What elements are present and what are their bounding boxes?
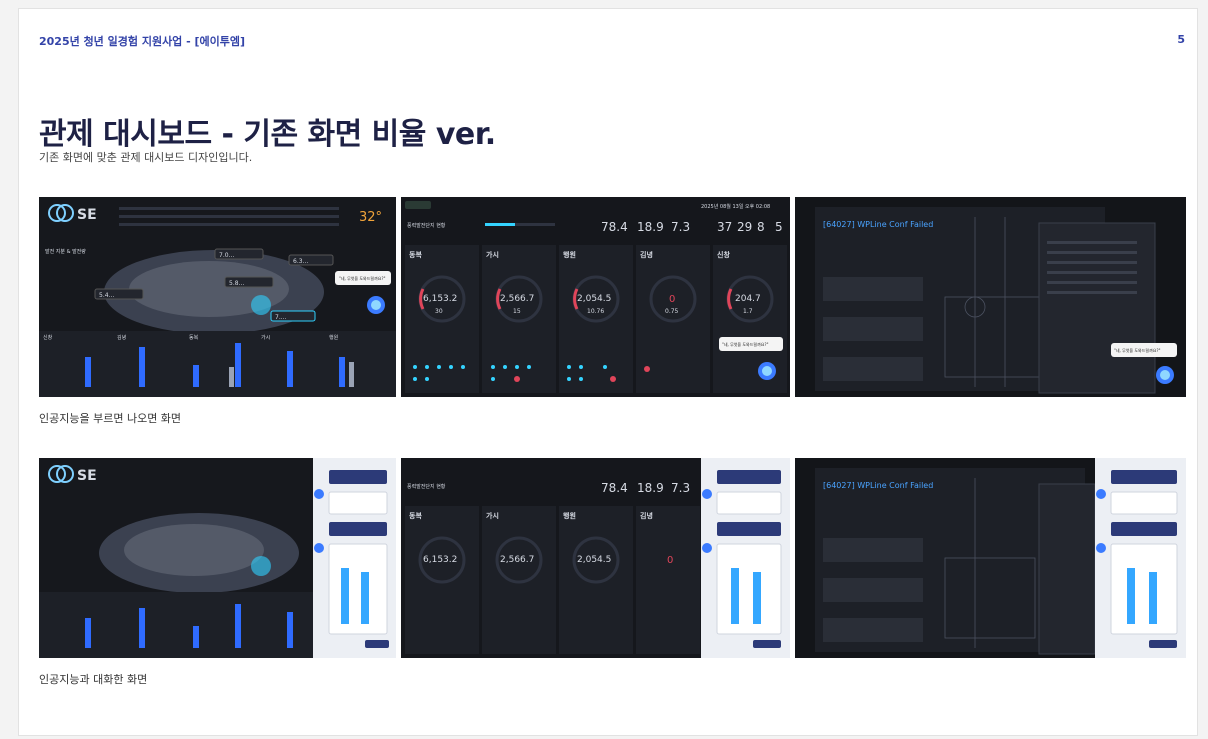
svg-text:2,566.7: 2,566.7 — [500, 555, 534, 565]
svg-text:1.7: 1.7 — [743, 308, 753, 315]
alert-title: [64027] WPLine Conf Failed — [823, 220, 933, 229]
svg-text:2,566.7: 2,566.7 — [500, 294, 534, 304]
status-title: 풍력발전단지 현황 — [407, 222, 446, 229]
caption-ai-conversation: 인공지능과 대화한 화면 — [39, 673, 148, 686]
svg-text:동복: 동복 — [189, 335, 199, 341]
svg-text:김녕: 김녕 — [640, 511, 653, 520]
svg-text:7....: 7.... — [275, 314, 287, 321]
screenshot-row-ai-called: SE 32° 발전 지분 & 발전량 7.0... 6.3... 5.4... … — [39, 197, 1186, 397]
svg-text:0: 0 — [669, 294, 675, 305]
program-label: 2025년 청년 일경험 지원사업 - [에이투엠] — [39, 35, 246, 48]
svg-text:0: 0 — [667, 555, 673, 566]
page-title: 관제 대시보드 - 기존 화면 비율 ver. — [39, 117, 496, 152]
svg-text:"네, 무엇을 도와드릴까요?": "네, 무엇을 도와드릴까요?" — [722, 341, 769, 347]
svg-text:행원: 행원 — [563, 511, 576, 520]
svg-text:행원: 행원 — [329, 334, 339, 341]
svg-text:6,153.2: 6,153.2 — [423, 294, 457, 304]
svg-text:가시: 가시 — [261, 334, 270, 341]
svg-text:18.9: 18.9 — [637, 481, 664, 495]
svg-text:동복: 동복 — [409, 511, 422, 520]
panel-title: 발전 지분 & 발전량 — [45, 248, 86, 255]
svg-text:신창: 신창 — [43, 334, 53, 341]
svg-text:풍력발전단지 현황: 풍력발전단지 현황 — [407, 483, 446, 490]
page-number: 5 — [1177, 33, 1185, 46]
svg-text:가시: 가시 — [486, 250, 499, 259]
svg-text:2,054.5: 2,054.5 — [577, 555, 611, 565]
alert-detail-screenshot[interactable]: [64027] WPLine Conf Failed "네, 무엇을 도와드릴까… — [795, 197, 1186, 397]
svg-text:6.3...: 6.3... — [293, 258, 308, 265]
svg-text:204.7: 204.7 — [735, 294, 761, 304]
svg-text:신창: 신창 — [717, 250, 730, 259]
temp-readout: 32° — [359, 210, 382, 225]
date-label: 2025년 08월 13일 오후 02:08 — [701, 203, 770, 210]
svg-text:[64027] WPLine Conf Failed: [64027] WPLine Conf Failed — [823, 481, 933, 490]
svg-text:10.76: 10.76 — [587, 308, 604, 315]
screenshot-row-ai-conversation: SE 풍력발전단지 현황 78.4 18.9 7.3 동복 6,153.2 가시… — [39, 458, 1186, 658]
svg-text:김녕: 김녕 — [117, 334, 126, 341]
svg-text:37: 37 — [717, 220, 732, 234]
svg-text:2,054.5: 2,054.5 — [577, 294, 611, 304]
svg-text:30: 30 — [435, 308, 443, 315]
site-panels: 동복 6,153.2 30 가시 2,566.7 15 행원 2,054.5 1… — [405, 245, 787, 393]
caption-ai-called: 인공지능을 부르면 나오면 화면 — [39, 412, 182, 425]
svg-text:78.4: 78.4 — [601, 481, 628, 495]
slide: 2025년 청년 일경험 지원사업 - [에이투엠] 5 관제 대시보드 - 기… — [18, 8, 1198, 736]
svg-text:SE: SE — [77, 468, 97, 484]
svg-text:15: 15 — [513, 308, 521, 315]
svg-text:7.3: 7.3 — [671, 481, 690, 495]
svg-text:8: 8 — [757, 220, 765, 234]
svg-text:78.4: 78.4 — [601, 220, 628, 234]
svg-text:김녕: 김녕 — [640, 250, 653, 259]
svg-text:6,153.2: 6,153.2 — [423, 555, 457, 565]
svg-text:18.9: 18.9 — [637, 220, 664, 234]
page-subtitle: 기존 화면에 맞춘 관제 대시보드 디자인입니다. — [39, 151, 253, 164]
svg-text:29: 29 — [737, 220, 752, 234]
alert-detail-chat-screenshot[interactable]: [64027] WPLine Conf Failed — [795, 458, 1186, 658]
svg-text:"네, 무엇을 도와드릴까요?": "네, 무엇을 도와드릴까요?" — [1114, 347, 1161, 353]
dashboard-map-chat-screenshot[interactable]: SE — [39, 458, 396, 658]
ai-bubble: "네, 무엇을 도와드릴까요?" — [339, 275, 386, 281]
wind-farm-chat-screenshot[interactable]: 풍력발전단지 현황 78.4 18.9 7.3 동복 6,153.2 가시 2,… — [401, 458, 790, 658]
dashboard-map-screenshot[interactable]: SE 32° 발전 지분 & 발전량 7.0... 6.3... 5.4... … — [39, 197, 396, 397]
wind-farm-status-screenshot[interactable]: 2025년 08월 13일 오후 02:08 풍력발전단지 현황 78.4 18… — [401, 197, 790, 397]
svg-text:5.4...: 5.4... — [99, 292, 114, 299]
svg-text:0.75: 0.75 — [665, 308, 679, 315]
svg-text:5.8...: 5.8... — [229, 280, 244, 287]
svg-text:동복: 동복 — [409, 250, 422, 259]
svg-text:가시: 가시 — [486, 511, 499, 520]
svg-text:7.0...: 7.0... — [219, 252, 234, 259]
svg-text:7.3: 7.3 — [671, 220, 690, 234]
svg-text:5: 5 — [775, 220, 783, 234]
se-logo: SE — [77, 207, 97, 223]
svg-text:행원: 행원 — [563, 250, 576, 259]
